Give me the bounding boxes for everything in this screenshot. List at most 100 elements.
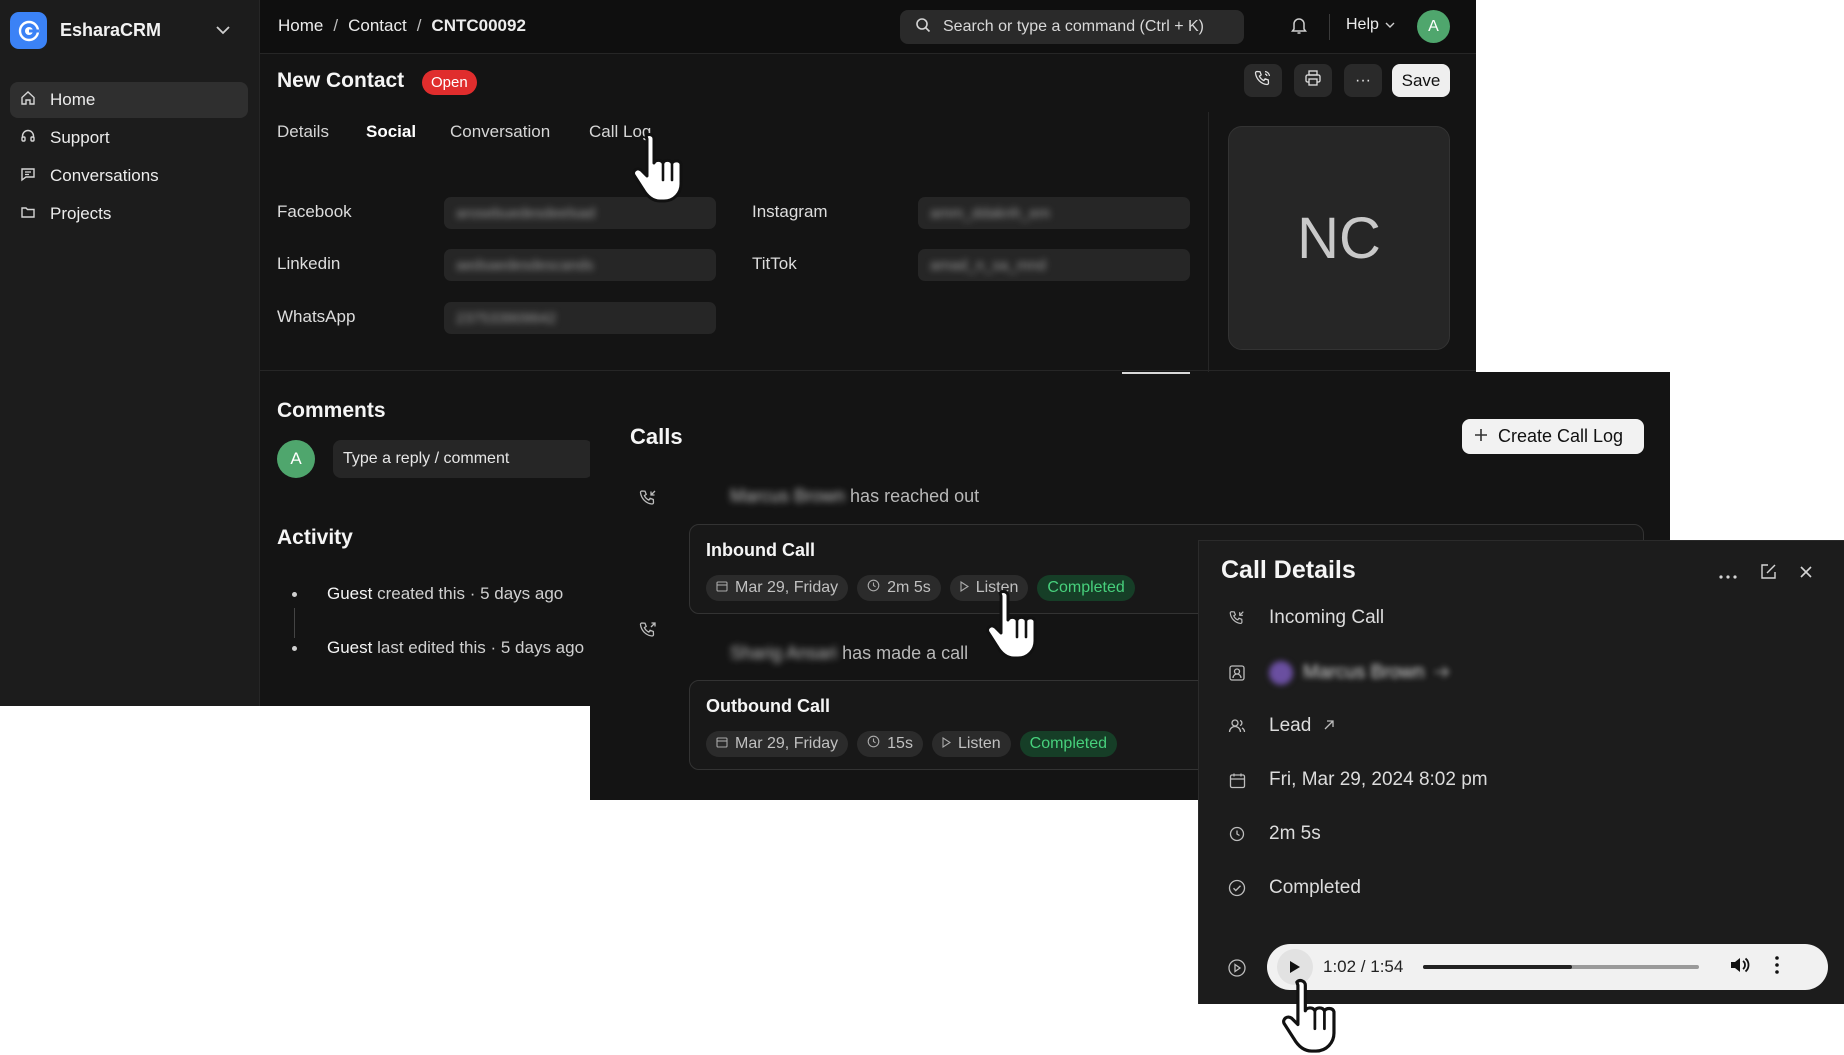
audio-seek-slider[interactable] <box>1423 965 1700 969</box>
help-menu[interactable]: Help <box>1346 16 1395 34</box>
breadcrumb: Home / Contact / CNTC00092 <box>278 16 526 36</box>
check-circle-icon <box>1227 879 1247 897</box>
calendar-icon <box>1227 772 1247 789</box>
create-call-log-label: Create Call Log <box>1498 426 1624 446</box>
linkedin-field[interactable]: aedsaedesdescands <box>444 249 716 281</box>
headset-icon <box>20 128 36 149</box>
active-tab-indicator <box>1122 372 1190 374</box>
call-title: Outbound Call <box>706 696 830 716</box>
breadcrumb-home[interactable]: Home <box>278 16 323 36</box>
caller-name: Sharig Ansari <box>730 643 838 663</box>
activity-entry: Guest last edited this · 5 days ago <box>327 638 584 658</box>
listen-label: Listen <box>957 735 1001 752</box>
call-details-panel: Call Details Incoming Call Marcus Brown … <box>1198 540 1844 1004</box>
listen-button[interactable]: Listen <box>931 731 1011 757</box>
date-value: Mar 29, Friday <box>735 735 839 752</box>
sidebar-item-conversations[interactable]: Conversations <box>10 158 248 194</box>
panel-divider <box>1208 112 1209 372</box>
audio-time: 1:02 / 1:54 <box>1323 957 1404 976</box>
datetime-value: Fri, Mar 29, 2024 8:02 pm <box>1269 769 1488 790</box>
volume-icon[interactable] <box>1729 955 1751 980</box>
phone-button[interactable] <box>1244 64 1282 97</box>
contact-row[interactable]: Marcus Brown <box>1227 661 1450 685</box>
call-event-text: Sharig Ansari has made a call <box>730 643 968 664</box>
sidebar-nav: Home Support Conversations Projects <box>10 82 248 234</box>
breadcrumb-contact[interactable]: Contact <box>348 16 407 36</box>
sidebar-item-label: Projects <box>50 204 112 223</box>
instagram-field[interactable]: amm_ddaknh_em <box>918 197 1190 229</box>
status-row: Completed <box>1227 877 1361 899</box>
printer-icon <box>1304 69 1322 92</box>
user-avatar[interactable]: A <box>1417 10 1450 43</box>
activity-bullet <box>292 646 297 651</box>
linkedin-value: aedsaedesdescands <box>456 256 594 274</box>
comments-heading: Comments <box>277 399 386 422</box>
reference-value: Lead <box>1269 715 1312 736</box>
home-icon <box>20 90 36 111</box>
brand-logo-icon <box>10 12 47 49</box>
sidebar-item-label: Home <box>50 90 96 109</box>
bell-icon[interactable] <box>1290 15 1308 40</box>
whatsapp-field[interactable]: 237533909642 <box>444 302 716 334</box>
plus-icon <box>1474 426 1488 447</box>
save-button[interactable]: Save <box>1392 64 1450 97</box>
calendar-icon <box>716 579 728 597</box>
users-icon <box>1227 717 1247 735</box>
sidebar-item-support[interactable]: Support <box>10 120 248 156</box>
facebook-label: Facebook <box>277 202 352 221</box>
call-title: Inbound Call <box>706 540 815 560</box>
chevron-down-icon[interactable] <box>216 22 230 40</box>
activity-heading: Activity <box>277 526 353 549</box>
status-value: Completed <box>1269 877 1361 898</box>
linkedin-label: Linkedin <box>277 254 341 273</box>
incoming-call-icon <box>638 488 658 513</box>
more-dots-icon[interactable] <box>1719 566 1737 584</box>
edit-icon[interactable] <box>1759 563 1777 586</box>
call-type-row: Incoming Call <box>1227 607 1384 629</box>
reference-row[interactable]: Lead <box>1227 715 1335 737</box>
tiktok-field[interactable]: amad_n_sa_mnd <box>918 249 1190 281</box>
sidebar-item-label: Support <box>50 128 110 147</box>
call-type-value: Incoming Call <box>1269 607 1385 628</box>
duration-value: 2m 5s <box>887 579 931 596</box>
activity-text: created this · 5 days ago <box>377 584 564 603</box>
tab-details[interactable]: Details <box>277 122 329 142</box>
contact-avatar-initials[interactable]: NC <box>1228 126 1450 350</box>
hand-pointer-icon <box>986 590 1037 660</box>
activity-bullet <box>292 592 297 597</box>
social-form: Facebook arosebuedesdeelsad Instagram am… <box>260 180 1208 370</box>
tab-conversation[interactable]: Conversation <box>450 122 550 142</box>
tab-social[interactable]: Social <box>366 122 416 142</box>
status-badge: Completed <box>1019 731 1118 757</box>
contact-link[interactable]: Marcus Brown <box>1269 661 1450 685</box>
recording-play-icon <box>1227 958 1247 983</box>
arrow-right-icon <box>1434 662 1450 684</box>
call-meta: Mar 29, Friday 15s Listen Completed <box>706 731 1118 757</box>
brand-switcher[interactable]: EsharaCRM <box>10 12 161 49</box>
date-value: Mar 29, Friday <box>735 579 839 596</box>
print-button[interactable] <box>1294 64 1332 97</box>
more-dots-icon: ··· <box>1355 71 1371 89</box>
more-vertical-icon[interactable] <box>1775 955 1780 979</box>
comment-placeholder: Type a reply / comment <box>343 450 510 467</box>
call-details-actions <box>1719 563 1813 586</box>
search-input[interactable]: Search or type a command (Ctrl + K) <box>900 10 1244 44</box>
sidebar-item-home[interactable]: Home <box>10 82 248 118</box>
more-button[interactable]: ··· <box>1344 64 1382 97</box>
duration-row: 2m 5s <box>1227 823 1321 845</box>
help-label: Help <box>1346 16 1379 33</box>
clock-icon <box>867 579 880 597</box>
create-call-log-button[interactable]: Create Call Log <box>1462 419 1644 454</box>
clock-icon <box>1227 826 1247 842</box>
avatar: A <box>277 440 315 478</box>
comment-input[interactable]: Type a reply / comment <box>333 440 593 478</box>
outgoing-call-icon <box>638 620 658 645</box>
clock-icon <box>867 735 880 753</box>
sidebar-item-projects[interactable]: Projects <box>10 196 248 232</box>
activity-actor: Guest <box>327 584 373 603</box>
calls-heading: Calls <box>630 424 683 449</box>
activity-actor: Guest <box>327 638 373 657</box>
chevron-down-icon <box>1385 16 1395 34</box>
close-icon[interactable] <box>1799 565 1813 584</box>
instagram-label: Instagram <box>752 202 828 221</box>
